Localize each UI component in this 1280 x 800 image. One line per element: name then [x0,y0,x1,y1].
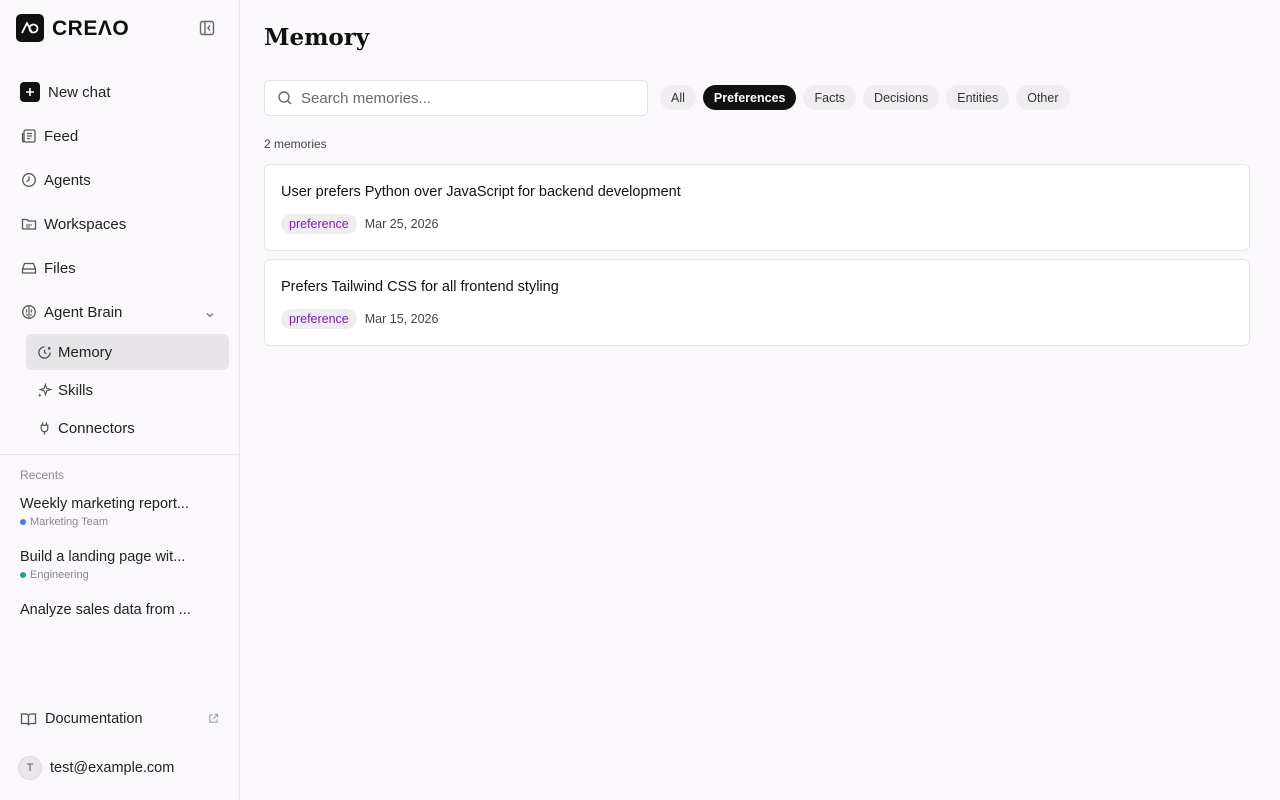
search-input[interactable] [301,89,621,107]
tag-dot [20,519,26,525]
page-title: Memory [264,24,370,51]
documentation-label: Documentation [45,711,143,727]
logo-text: CREΛO [52,17,130,40]
recent-chat-tag-label: Marketing Team [30,516,109,528]
sidebar: CREΛO New chat Feed Agents Workspaces Fi… [0,0,240,800]
memory-type-badge: preference [281,309,357,329]
memory-type-badge: preference [281,214,357,234]
tag-dot [20,572,26,578]
sparkle-icon [36,382,52,398]
sidebar-item-feed[interactable]: Feed [12,118,228,154]
external-link-icon [208,712,219,728]
memory-title: Prefers Tailwind CSS for all frontend st… [281,279,559,295]
new-chat-button[interactable]: New chat [12,74,228,110]
filter-chips: All Preferences Facts Decisions Entities… [660,85,1070,110]
agents-icon [20,171,38,189]
logo[interactable]: CREΛO [16,14,224,42]
recent-chat-item[interactable]: Build a landing page wit... Engineering [20,549,210,581]
memory-date: Mar 15, 2026 [364,312,439,326]
book-icon [20,712,37,727]
sidebar-divider [0,454,239,455]
avatar: T [18,756,42,780]
chevron-down-icon[interactable] [205,307,215,324]
search-icon [277,90,293,106]
memory-count: 2 memories [264,137,327,151]
sidebar-item-skills[interactable]: Skills [26,372,229,408]
recent-chat-item[interactable]: Weekly marketing report... Marketing Tea… [20,496,210,528]
sidebar-item-agent-brain[interactable]: Agent Brain [12,294,228,330]
feed-icon [20,127,38,145]
user-menu[interactable]: T test@example.com [18,755,174,781]
filter-facts[interactable]: Facts [803,85,857,110]
filter-decisions[interactable]: Decisions [863,85,940,110]
folder-icon [20,215,38,233]
logo-mark-icon [16,14,44,42]
files-icon [20,259,38,277]
main-content: Memory All Preferences Facts Decisions E… [240,0,1280,800]
filter-entities[interactable]: Entities [946,85,1010,110]
sidebar-item-connectors[interactable]: Connectors [26,410,229,446]
filter-preferences[interactable]: Preferences [702,85,797,110]
sidebar-item-label: Memory [58,343,113,361]
memory-card[interactable]: User prefers Python over JavaScript for … [264,164,1250,251]
sidebar-item-agents[interactable]: Agents [12,162,228,198]
memory-meta: preference Mar 25, 2026 [281,214,438,234]
memory-title: User prefers Python over JavaScript for … [281,184,681,200]
sidebar-item-label: Connectors [58,419,135,437]
collapse-sidebar-icon[interactable] [199,20,215,36]
sidebar-item-label: Agents [44,171,91,189]
sidebar-item-workspaces[interactable]: Workspaces [12,206,228,242]
memory-date: Mar 25, 2026 [364,217,439,231]
recent-chat-title: Weekly marketing report... [20,496,189,512]
filter-other[interactable]: Other [1016,85,1070,110]
recent-chat-tag-label: Engineering [30,569,89,581]
recents-label: Recents [20,468,65,482]
plug-icon [36,420,52,436]
recent-chat-title: Build a landing page wit... [20,549,186,565]
user-email: test@example.com [50,760,175,776]
sidebar-item-label: Skills [58,381,94,399]
recent-chat-tag: Marketing Team [20,516,210,528]
sidebar-item-memory[interactable]: Memory [26,334,229,370]
recent-chat-title: Analyze sales data from ... [20,602,191,618]
recent-chat-tag: Engineering [20,569,210,581]
sidebar-item-label: Feed [44,127,79,145]
memory-card[interactable]: Prefers Tailwind CSS for all frontend st… [264,259,1250,346]
plus-icon [20,82,40,102]
sidebar-item-label: Agent Brain [44,303,123,321]
new-chat-label: New chat [48,83,111,101]
search-box[interactable] [264,80,648,116]
sidebar-item-files[interactable]: Files [12,250,228,286]
brain-icon [20,303,38,321]
filter-all[interactable]: All [660,85,696,110]
recent-chat-item[interactable]: Analyze sales data from ... [20,602,210,618]
sidebar-item-label: Files [44,259,76,277]
memory-meta: preference Mar 15, 2026 [281,309,438,329]
documentation-link[interactable]: Documentation [20,708,220,730]
sidebar-item-label: Workspaces [44,215,127,233]
memory-icon [36,344,52,360]
